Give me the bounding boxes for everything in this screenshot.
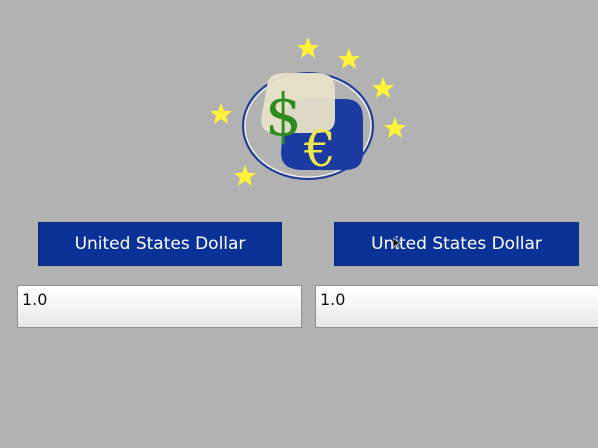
star-icon bbox=[372, 77, 394, 98]
currency-logo: $ € bbox=[205, 35, 415, 190]
to-amount-input[interactable]: 1.0 bbox=[315, 285, 598, 328]
from-currency-button[interactable]: United States Dollar bbox=[38, 222, 282, 266]
star-icon bbox=[384, 117, 406, 138]
star-icon bbox=[234, 165, 256, 186]
euro-glyph: € bbox=[303, 120, 336, 178]
dollar-glyph: $ bbox=[265, 81, 302, 149]
star-icon bbox=[297, 37, 319, 58]
from-amount-input[interactable]: 1.0 bbox=[17, 285, 302, 328]
star-icon bbox=[210, 103, 232, 124]
to-currency-button[interactable]: United States Dollar bbox=[334, 222, 579, 266]
star-icon bbox=[338, 48, 360, 69]
currency-logo-icon: $ € bbox=[210, 37, 406, 186]
mouse-cursor-icon bbox=[393, 238, 401, 250]
